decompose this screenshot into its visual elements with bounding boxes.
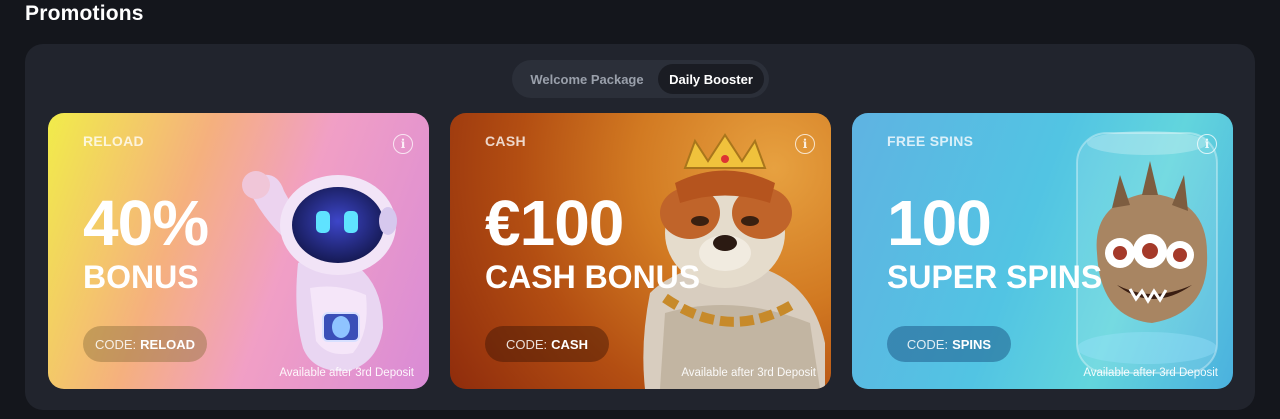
code-value: CASH bbox=[551, 336, 588, 352]
info-icon[interactable]: i bbox=[1197, 134, 1217, 154]
bonus-amount: 100 bbox=[887, 187, 992, 259]
card-type-label: FREE SPINS bbox=[887, 133, 974, 149]
code-value: SPINS bbox=[952, 336, 992, 352]
code-label: CODE: bbox=[94, 336, 137, 352]
availability-note: Available after 3rd Deposit bbox=[681, 367, 816, 379]
promo-code-button[interactable]: CODE: CASH bbox=[485, 326, 609, 362]
tab-daily-booster[interactable]: Daily Booster bbox=[658, 64, 764, 94]
availability-note: Available after 3rd Deposit bbox=[1083, 367, 1218, 379]
info-icon[interactable]: i bbox=[795, 134, 815, 154]
info-icon[interactable]: i bbox=[393, 134, 413, 154]
promo-code-button[interactable]: CODE: SPINS bbox=[887, 326, 1011, 362]
promo-card-free-spins[interactable]: FREE SPINS i 100 SUPER SPINS CODE: SPINS… bbox=[852, 113, 1233, 389]
promo-code-button[interactable]: CODE: RELOAD bbox=[83, 326, 207, 362]
tab-welcome-package[interactable]: Welcome Package bbox=[516, 64, 658, 94]
bonus-subtitle: SUPER SPINS bbox=[887, 259, 1103, 295]
code-label: CODE: bbox=[505, 336, 548, 352]
promo-tabs: Welcome Package Daily Booster bbox=[512, 60, 769, 98]
code-value: RELOAD bbox=[140, 336, 196, 352]
code-label: CODE: bbox=[906, 336, 949, 352]
card-type-label: CASH bbox=[485, 133, 526, 149]
bonus-amount: €100 bbox=[485, 187, 624, 259]
bonus-amount: 40% bbox=[83, 187, 209, 259]
promotions-panel: Welcome Package Daily Booster RELOAD i 4… bbox=[25, 44, 1255, 410]
page-title: Promotions bbox=[25, 2, 144, 25]
availability-note: Available after 3rd Deposit bbox=[279, 367, 414, 379]
promo-card-reload[interactable]: RELOAD i 40% BONUS CODE: RELOAD Availabl… bbox=[48, 113, 429, 389]
card-type-label: RELOAD bbox=[83, 133, 144, 149]
bonus-subtitle: BONUS bbox=[83, 259, 199, 295]
bonus-subtitle: CASH BONUS bbox=[485, 259, 701, 295]
promo-card-cash[interactable]: CASH i €100 CASH BONUS CODE: CASH Availa… bbox=[450, 113, 831, 389]
promotions-page: Promotions Welcome Package Daily Booster bbox=[0, 0, 1280, 419]
